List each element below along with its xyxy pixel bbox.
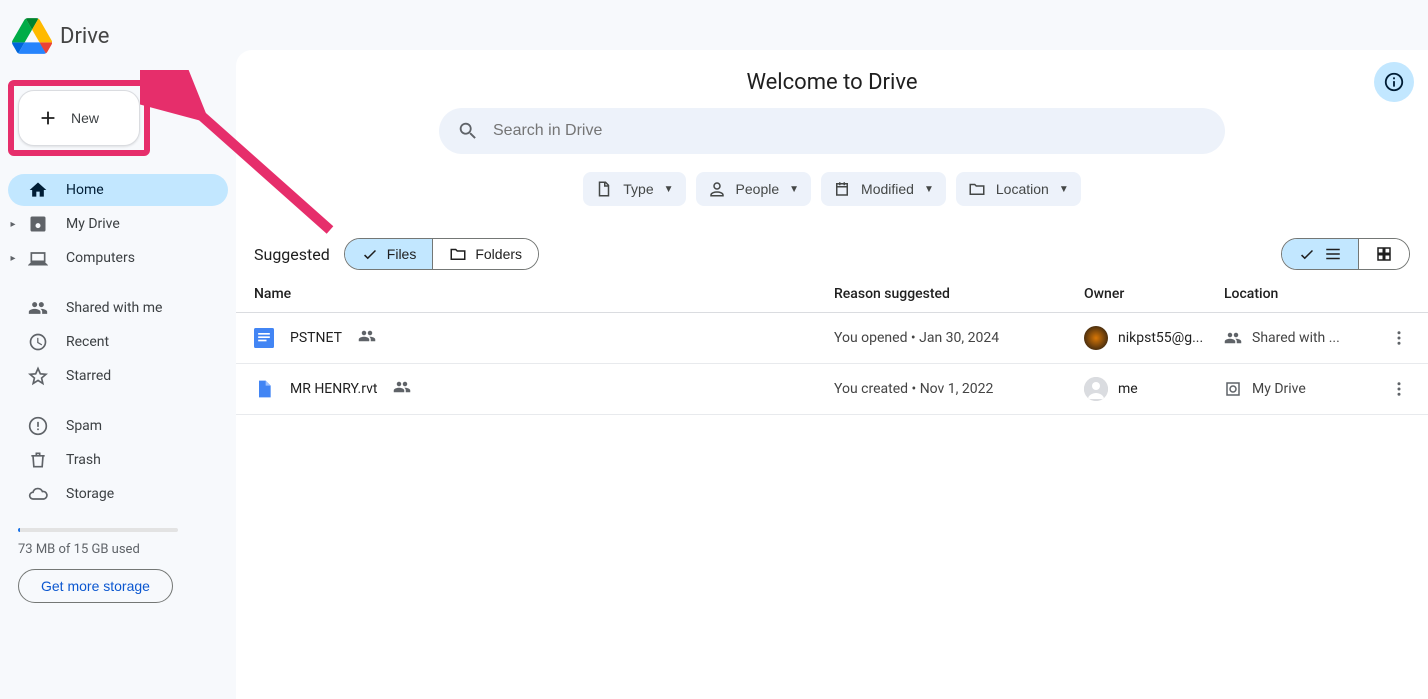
reason-text: You opened • Jan 30, 2024 — [834, 330, 1084, 346]
logo-row: Drive — [8, 16, 228, 56]
file-name: PSTNET — [290, 330, 342, 346]
people-icon — [28, 298, 48, 318]
trash-icon — [28, 450, 48, 470]
details-button[interactable] — [1374, 62, 1414, 102]
person-icon — [708, 180, 726, 198]
col-reason: Reason suggested — [834, 286, 1084, 302]
star-icon — [28, 366, 48, 386]
check-icon — [361, 245, 379, 263]
sidebar-label-trash: Trash — [66, 452, 101, 468]
drive-icon — [28, 214, 48, 234]
sidebar-label-spam: Spam — [66, 418, 102, 434]
location-text: My Drive — [1252, 381, 1306, 397]
search-bar[interactable] — [439, 108, 1225, 154]
location-text: Shared with ... — [1252, 330, 1340, 346]
chevron-down-icon: ▼ — [924, 184, 934, 195]
chevron-down-icon: ▼ — [1059, 184, 1069, 195]
sidebar-label-recent: Recent — [66, 334, 109, 350]
filter-chips: Type▼ People▼ Modified▼ Location▼ — [236, 172, 1428, 206]
home-icon — [28, 180, 48, 200]
chip-modified[interactable]: Modified▼ — [821, 172, 946, 206]
computers-icon — [28, 248, 48, 268]
segment-files[interactable]: Files — [345, 239, 433, 269]
sidebar-item-storage[interactable]: Storage — [8, 478, 228, 510]
chip-location[interactable]: Location▼ — [956, 172, 1081, 206]
sidebar-item-starred[interactable]: Starred — [8, 360, 228, 392]
page-title: Welcome to Drive — [746, 70, 917, 95]
chip-people[interactable]: People▼ — [696, 172, 812, 206]
app-name: Drive — [60, 24, 109, 49]
main-content: Welcome to Drive Type▼ People▼ Modified▼… — [236, 50, 1428, 699]
get-more-storage-button[interactable]: Get more storage — [18, 569, 173, 603]
spam-icon — [28, 416, 48, 436]
reason-text: You created • Nov 1, 2022 — [834, 381, 1084, 397]
calendar-icon — [833, 180, 851, 198]
storage-bar — [18, 528, 178, 532]
table-row[interactable]: MR HENRY.rvt You created • Nov 1, 2022 me M… — [236, 364, 1428, 415]
annotation-highlight: New — [8, 80, 150, 156]
col-name: Name — [254, 286, 834, 302]
header: Welcome to Drive — [236, 56, 1428, 108]
sidebar-item-spam[interactable]: Spam — [8, 410, 228, 442]
sidebar-label-mydrive: My Drive — [66, 216, 120, 232]
sidebar-item-shared[interactable]: Shared with me — [8, 292, 228, 324]
sidebar-item-trash[interactable]: Trash — [8, 444, 228, 476]
sidebar-item-computers[interactable]: ▸ Computers — [8, 242, 228, 274]
cloud-icon — [28, 484, 48, 504]
caret-icon: ▸ — [10, 253, 16, 264]
plus-icon — [37, 107, 59, 129]
chevron-down-icon: ▼ — [664, 184, 674, 195]
suggested-label: Suggested — [254, 245, 330, 264]
sidebar-label-starred: Starred — [66, 368, 111, 384]
info-icon — [1383, 71, 1405, 93]
table-row[interactable]: PSTNET You opened • Jan 30, 2024 nikpst55@… — [236, 313, 1428, 364]
sidebar-label-home: Home — [66, 182, 104, 198]
more-actions-button[interactable] — [1384, 323, 1414, 353]
shared-icon — [393, 378, 411, 400]
folder-icon — [449, 245, 467, 263]
list-view-button[interactable] — [1282, 239, 1358, 269]
storage-section: 73 MB of 15 GB used Get more storage — [8, 528, 228, 603]
col-location: Location — [1224, 286, 1384, 302]
sidebar: Drive New Home ▸ My Drive ▸ Computer — [0, 0, 236, 699]
suggested-toolbar: Suggested Files Folders — [236, 238, 1428, 276]
new-button-label: New — [71, 110, 99, 126]
view-toggle — [1281, 238, 1410, 270]
grid-icon — [1375, 245, 1393, 263]
sidebar-label-storage: Storage — [66, 486, 114, 502]
drive-logo-icon — [12, 16, 52, 56]
storage-text: 73 MB of 15 GB used — [18, 542, 218, 557]
file-icon — [595, 180, 613, 198]
new-button[interactable]: New — [18, 90, 140, 146]
search-icon — [457, 120, 479, 142]
files-folders-toggle: Files Folders — [344, 238, 539, 270]
sidebar-label-shared: Shared with me — [66, 300, 162, 316]
file-name: MR HENRY.rvt — [290, 381, 377, 397]
chip-type[interactable]: Type▼ — [583, 172, 685, 206]
search-input[interactable] — [493, 122, 1207, 140]
owner-text: nikpst55@g... — [1118, 330, 1203, 346]
clock-icon — [28, 332, 48, 352]
sidebar-item-mydrive[interactable]: ▸ My Drive — [8, 208, 228, 240]
table-header: Name Reason suggested Owner Location — [236, 276, 1428, 313]
sidebar-label-computers: Computers — [66, 250, 135, 266]
caret-icon: ▸ — [10, 219, 16, 230]
chevron-down-icon: ▼ — [789, 184, 799, 195]
segment-folders[interactable]: Folders — [432, 239, 538, 269]
file-rows: PSTNET You opened • Jan 30, 2024 nikpst55@… — [236, 313, 1428, 415]
sidebar-item-home[interactable]: Home — [8, 174, 228, 206]
check-icon — [1298, 245, 1316, 263]
more-actions-button[interactable] — [1384, 374, 1414, 404]
list-icon — [1324, 245, 1342, 263]
folder-icon — [968, 180, 986, 198]
shared-icon — [358, 327, 376, 349]
nav-list: Home ▸ My Drive ▸ Computers Shared with … — [8, 174, 228, 510]
grid-view-button[interactable] — [1358, 239, 1409, 269]
col-owner: Owner — [1084, 286, 1224, 302]
sidebar-item-recent[interactable]: Recent — [8, 326, 228, 358]
owner-text: me — [1118, 381, 1138, 397]
